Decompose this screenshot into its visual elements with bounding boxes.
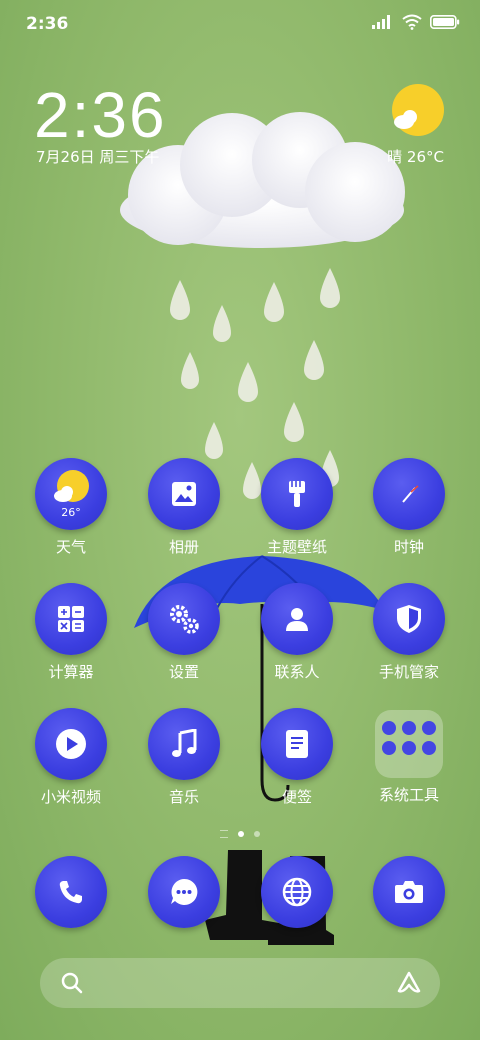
calculator-icon <box>35 583 107 655</box>
message-icon <box>148 856 220 928</box>
status-bar: 2:36 <box>0 0 480 50</box>
camera-icon <box>373 856 445 928</box>
clock-time[interactable]: 2:36 <box>34 78 167 152</box>
battery-icon <box>430 15 460 29</box>
page-dot[interactable] <box>254 831 260 837</box>
app-calculator[interactable]: 计算器 <box>23 583 119 682</box>
clock-date: 7月26日 周三下午 <box>36 148 160 166</box>
app-label: 系统工具 <box>378 786 439 804</box>
sun-icon[interactable] <box>392 84 444 136</box>
gear-icon <box>148 583 220 655</box>
app-label: 小米视频 <box>40 788 101 806</box>
app-label: 设置 <box>168 663 199 681</box>
wifi-icon <box>402 14 422 30</box>
weather-summary: 晴 26°C <box>387 148 444 166</box>
folder-icon <box>375 710 443 778</box>
weather-temp-badge: 26° <box>61 506 81 519</box>
gallery-icon <box>148 458 220 530</box>
app-clock[interactable]: 时钟 <box>361 458 457 557</box>
music-note-icon <box>148 708 220 780</box>
weather-icon: 26° <box>35 458 107 530</box>
app-label: 计算器 <box>48 663 94 681</box>
dock-browser[interactable] <box>249 856 345 928</box>
app-label: 天气 <box>55 538 86 556</box>
status-time: 2:36 <box>26 14 69 34</box>
app-tools-folder[interactable]: 系统工具 <box>361 708 457 805</box>
page-indicator-menu[interactable] <box>220 830 228 838</box>
page-dot-active[interactable] <box>238 831 244 837</box>
app-label: 相册 <box>168 538 199 556</box>
app-music[interactable]: 音乐 <box>136 708 232 807</box>
app-settings[interactable]: 设置 <box>136 583 232 682</box>
app-contacts[interactable]: 联系人 <box>249 583 345 682</box>
assistant-icon[interactable] <box>396 971 422 995</box>
app-themes[interactable]: 主题壁纸 <box>249 458 345 557</box>
app-gallery[interactable]: 相册 <box>136 458 232 557</box>
search-icon <box>61 972 83 994</box>
app-notes[interactable]: 便签 <box>249 708 345 807</box>
clock-icon <box>373 458 445 530</box>
status-icons <box>372 14 460 30</box>
app-weather[interactable]: 26° 天气 <box>23 458 119 557</box>
shield-icon <box>373 583 445 655</box>
person-icon <box>261 583 333 655</box>
brush-icon <box>261 458 333 530</box>
app-video[interactable]: 小米视频 <box>23 708 119 807</box>
dock-messages[interactable] <box>136 856 232 928</box>
dock-camera[interactable] <box>361 856 457 928</box>
signal-icon <box>372 15 390 29</box>
app-label: 联系人 <box>274 663 320 681</box>
app-label: 音乐 <box>168 788 199 806</box>
dock-phone[interactable] <box>23 856 119 928</box>
app-label: 时钟 <box>393 538 424 556</box>
globe-icon <box>261 856 333 928</box>
app-label: 主题壁纸 <box>266 538 327 556</box>
page-indicator[interactable] <box>0 830 480 838</box>
app-label: 手机管家 <box>378 663 439 681</box>
note-icon <box>261 708 333 780</box>
phone-icon <box>35 856 107 928</box>
play-icon <box>35 708 107 780</box>
app-security[interactable]: 手机管家 <box>361 583 457 682</box>
search-bar[interactable] <box>40 958 440 1008</box>
app-label: 便签 <box>281 788 312 806</box>
